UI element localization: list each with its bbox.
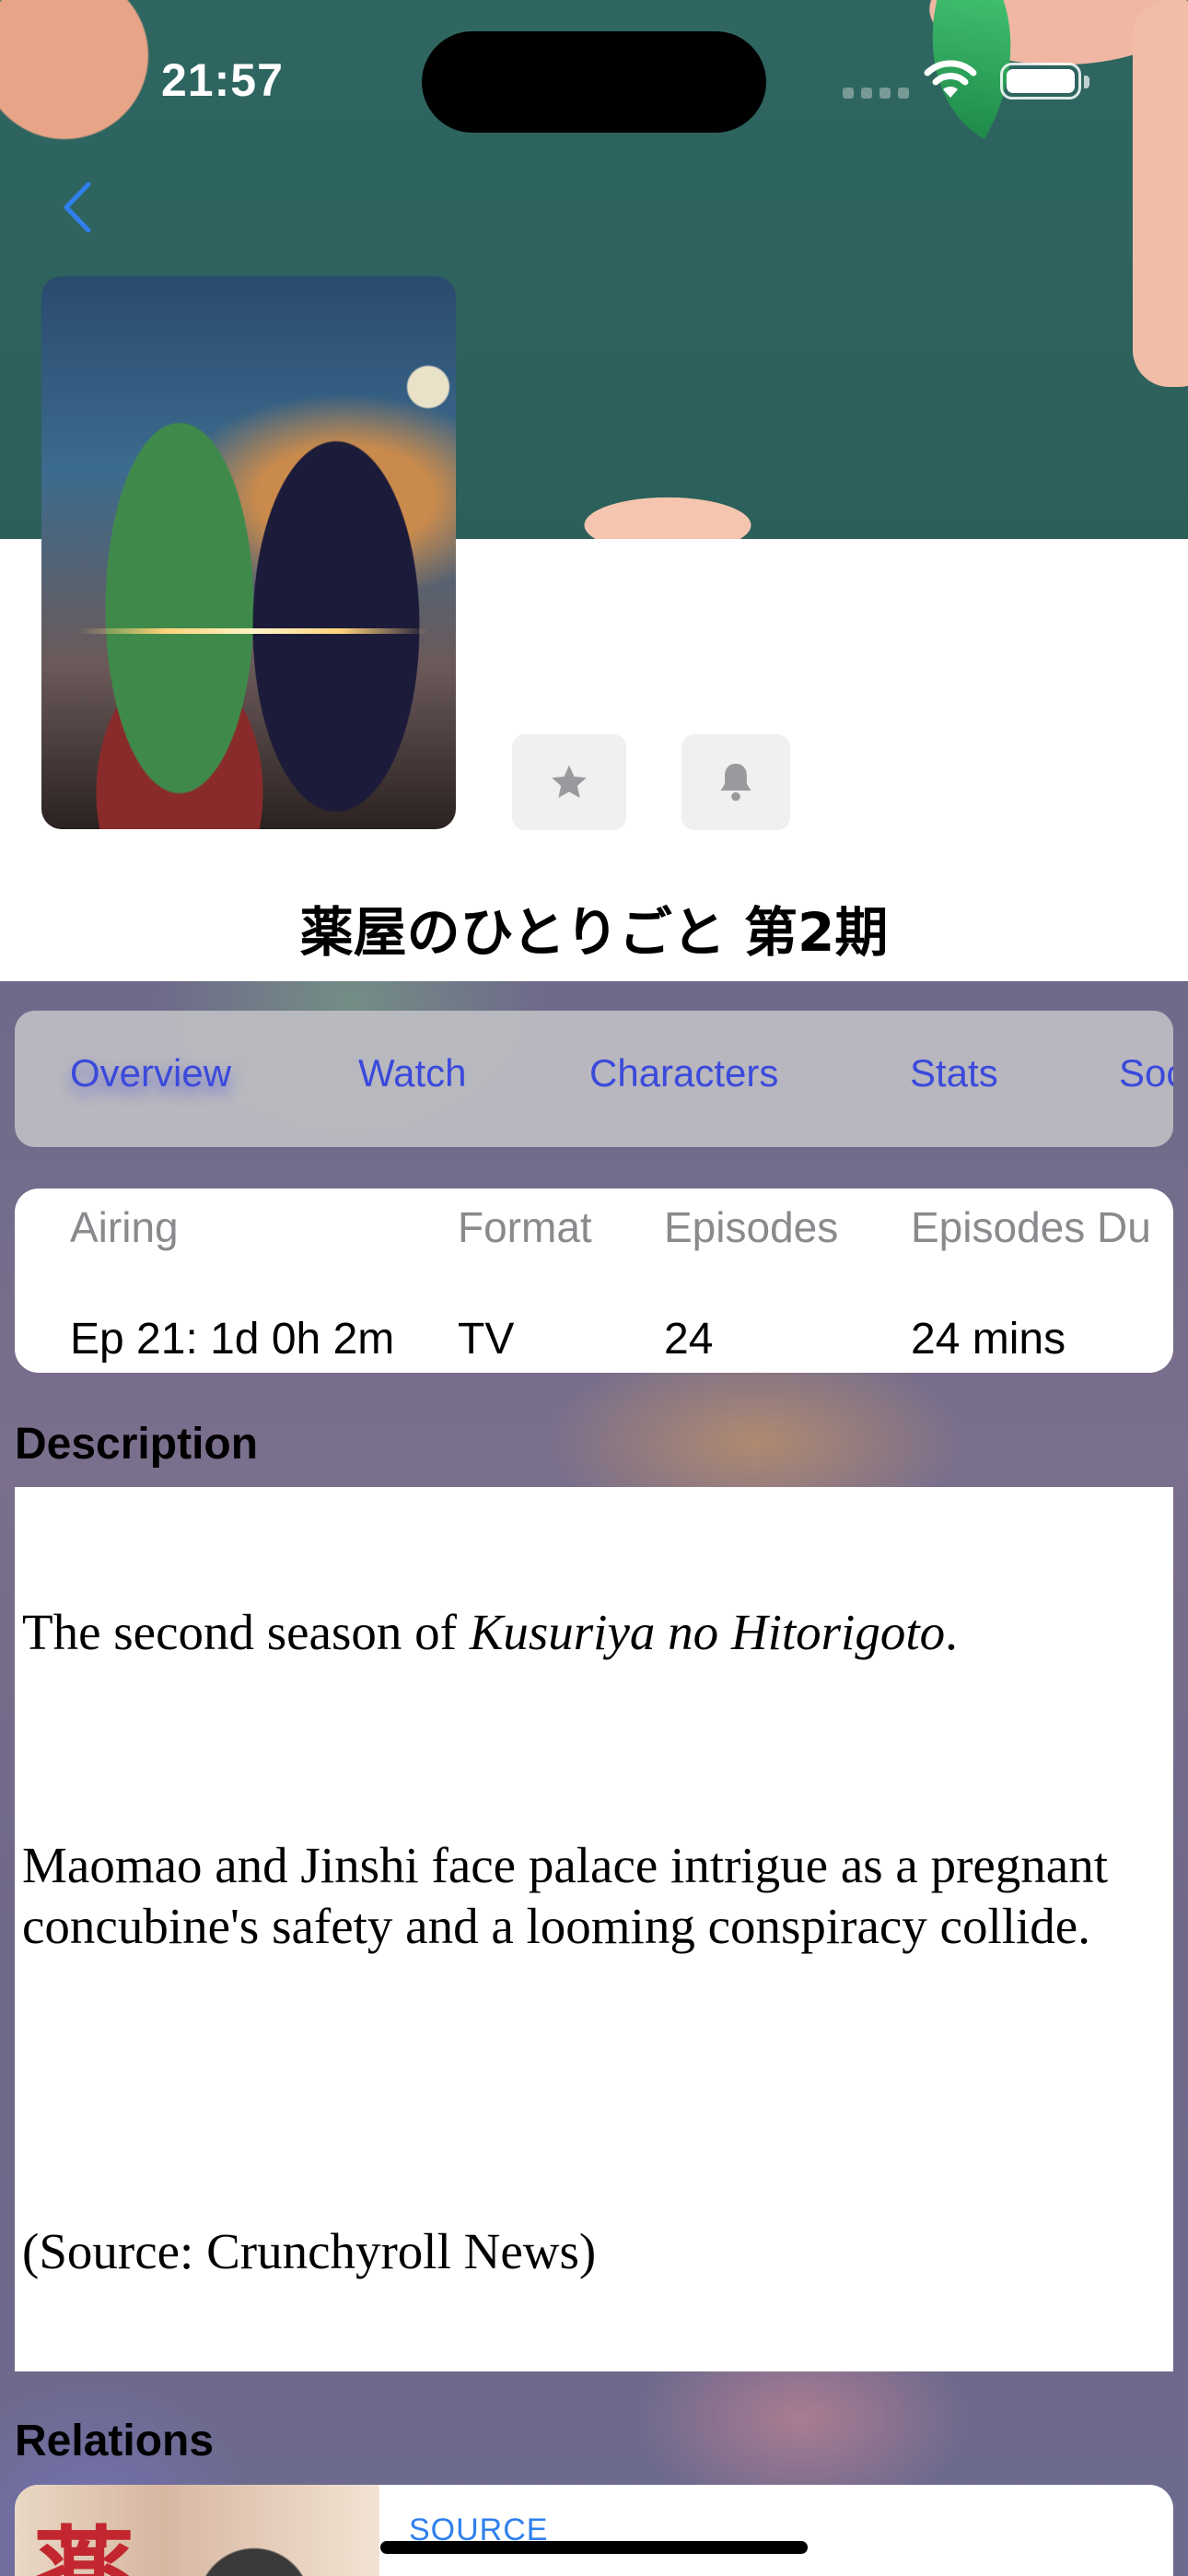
relations-heading: Relations [15, 2417, 215, 2465]
episodes-label: Episodes [664, 1203, 839, 1251]
favorite-button[interactable] [512, 734, 626, 830]
battery-icon [1000, 63, 1089, 100]
back-button[interactable] [53, 180, 99, 235]
airing-value: Ep 21: 1d 0h 2m [70, 1315, 395, 1364]
tab-stats[interactable]: Stats [910, 1051, 998, 1095]
episodes-value: 24 [664, 1315, 714, 1364]
bell-icon [720, 763, 751, 802]
anime-title: 薬屋のひとりごと 第2期 [299, 901, 889, 964]
description-paragraph: The second season of Kusuriya no Hitorig… [22, 1604, 958, 1660]
chevron-left-icon [64, 181, 91, 233]
tab-watch[interactable]: Watch [358, 1051, 466, 1095]
description-heading: Description [15, 1420, 259, 1469]
wifi-icon [924, 60, 977, 98]
star-icon [552, 765, 587, 799]
cover-image [41, 276, 456, 829]
cellular-signal-icon [843, 88, 909, 99]
description-source: (Source: Crunchyroll News) [22, 2223, 597, 2279]
tab-bar: Overview Watch Characters Stats Soc [15, 1011, 1173, 1147]
tab-social[interactable]: Soc [1119, 1051, 1173, 1095]
format-label: Format [458, 1203, 592, 1251]
format-value: TV [458, 1315, 515, 1364]
relation-item[interactable]: 薬 SOURCE [15, 2485, 1173, 2576]
airing-label: Airing [70, 1203, 179, 1251]
tab-characters[interactable]: Characters [589, 1051, 778, 1095]
notification-button[interactable] [681, 734, 790, 830]
info-card: Airing Ep 21: 1d 0h 2m Format TV Episode… [15, 1188, 1173, 1373]
home-indicator [380, 2541, 808, 2554]
episode-duration-label: Episodes Du [911, 1203, 1151, 1251]
description-paragraph: Maomao and Jinshi face palace intrigue a… [22, 1837, 1108, 1954]
relation-thumbnail: 薬 [15, 2485, 379, 2576]
dynamic-island [422, 31, 766, 133]
status-time: 21:57 [161, 54, 284, 106]
episode-duration-value: 24 mins [911, 1315, 1066, 1364]
description-box: The second season of Kusuriya no Hitorig… [15, 1487, 1173, 2371]
tab-overview[interactable]: Overview [70, 1051, 231, 1095]
